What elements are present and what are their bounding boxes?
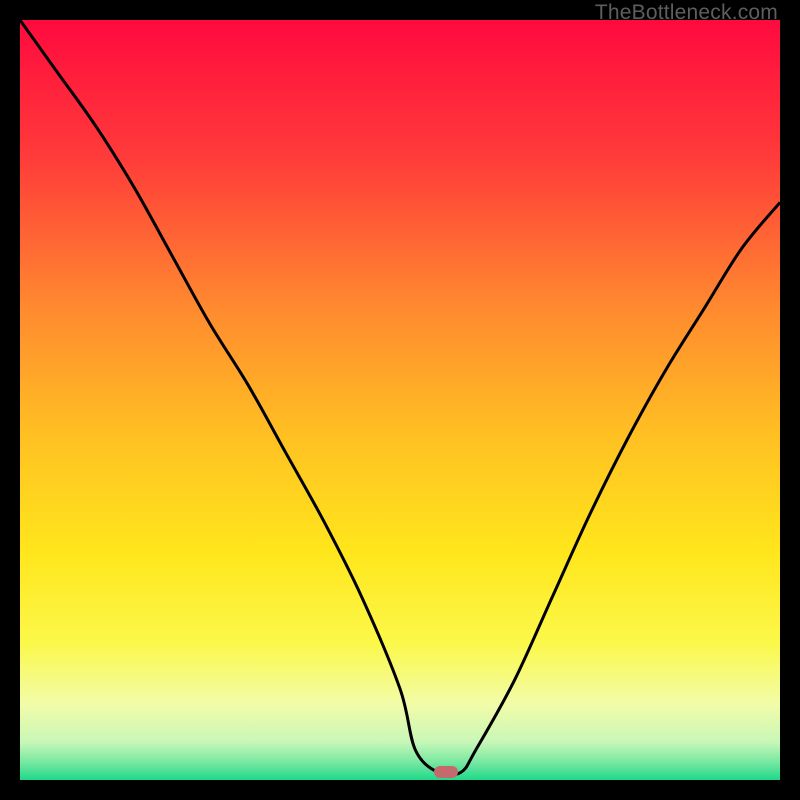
chart-frame: TheBottleneck.com: [0, 0, 800, 800]
bottleneck-curve: [20, 20, 780, 780]
optimum-marker: [434, 766, 458, 778]
watermark-text: TheBottleneck.com: [595, 1, 778, 25]
plot-area: [20, 20, 780, 780]
